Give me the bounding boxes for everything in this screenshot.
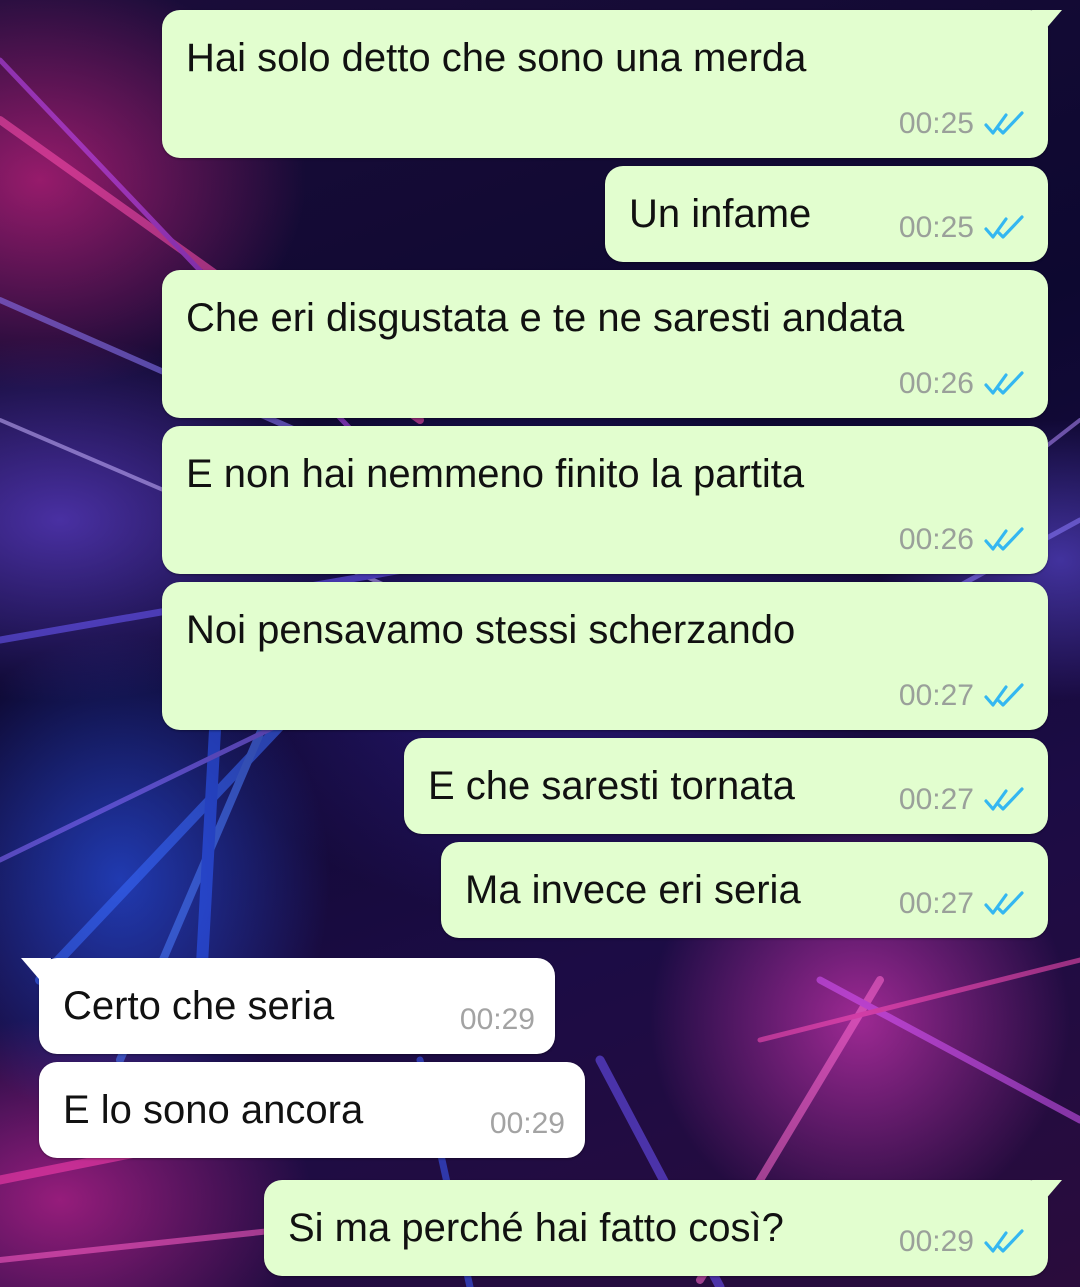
- message-text: Un infame: [629, 192, 812, 236]
- message-text: E che saresti tornata: [428, 764, 795, 808]
- message-time: 00:27: [898, 679, 974, 712]
- message-text: E lo sono ancora: [63, 1088, 364, 1132]
- message-bubble-incoming[interactable]: E lo sono ancora 00:29: [39, 1062, 585, 1158]
- message-text: Si ma perché hai fatto così?: [288, 1206, 784, 1250]
- double-check-icon: [984, 891, 1024, 915]
- message-meta: 00:27: [899, 888, 1028, 920]
- message-bubble-outgoing[interactable]: Si ma perché hai fatto così? 00:29: [264, 1180, 1062, 1276]
- message-time: 00:25: [898, 107, 974, 140]
- message-time: 00:26: [898, 523, 974, 556]
- message-bubble-incoming[interactable]: Certo che seria 00:29: [21, 958, 555, 1054]
- message-bubble-outgoing[interactable]: Ma invece eri seria 00:27: [441, 842, 1048, 938]
- message-text: Hai solo detto che sono una merda: [186, 36, 807, 80]
- message-bubble-outgoing[interactable]: E che saresti tornata 00:27: [404, 738, 1048, 834]
- message-bubble-outgoing[interactable]: E non hai nemmeno finito la partita 00:2…: [162, 426, 1048, 574]
- message-meta: 00:25: [899, 212, 1028, 244]
- message-text: Certo che seria: [63, 984, 335, 1028]
- bubble-tail: [21, 958, 51, 986]
- message-meta: 00:26: [899, 368, 1028, 400]
- message-bubble-outgoing[interactable]: Hai solo detto che sono una merda 00:25: [162, 10, 1062, 158]
- double-check-icon: [984, 215, 1024, 239]
- message-time: 00:25: [898, 211, 974, 244]
- message-text: Che eri disgustata e te ne saresti andat…: [186, 296, 905, 340]
- message-time: 00:27: [898, 887, 974, 920]
- bubble-tail: [1032, 10, 1062, 38]
- double-check-icon: [984, 787, 1024, 811]
- message-meta: 00:29: [460, 1004, 535, 1036]
- message-bubble-outgoing[interactable]: Noi pensavamo stessi scherzando 00:27: [162, 582, 1048, 730]
- message-meta: 00:29: [899, 1226, 1028, 1258]
- message-text: Noi pensavamo stessi scherzando: [186, 608, 796, 652]
- message-meta: 00:26: [899, 524, 1028, 556]
- message-time: 00:26: [898, 367, 974, 400]
- bubble-tail: [1032, 1180, 1062, 1208]
- message-text: E non hai nemmeno finito la partita: [186, 452, 805, 496]
- double-check-icon: [984, 527, 1024, 551]
- double-check-icon: [984, 111, 1024, 135]
- message-meta: 00:29: [490, 1108, 565, 1140]
- double-check-icon: [984, 371, 1024, 395]
- message-meta: 00:27: [899, 680, 1028, 712]
- double-check-icon: [984, 1229, 1024, 1253]
- message-meta: 00:25: [899, 108, 1028, 140]
- message-time: 00:29: [459, 1003, 535, 1036]
- message-bubble-outgoing[interactable]: Un infame 00:25: [605, 166, 1048, 262]
- message-bubble-outgoing[interactable]: Che eri disgustata e te ne saresti andat…: [162, 270, 1048, 418]
- message-meta: 00:27: [899, 784, 1028, 816]
- message-time: 00:27: [898, 783, 974, 816]
- message-time: 00:29: [489, 1107, 565, 1140]
- message-time: 00:29: [898, 1225, 974, 1258]
- double-check-icon: [984, 683, 1024, 707]
- message-text: Ma invece eri seria: [465, 868, 801, 912]
